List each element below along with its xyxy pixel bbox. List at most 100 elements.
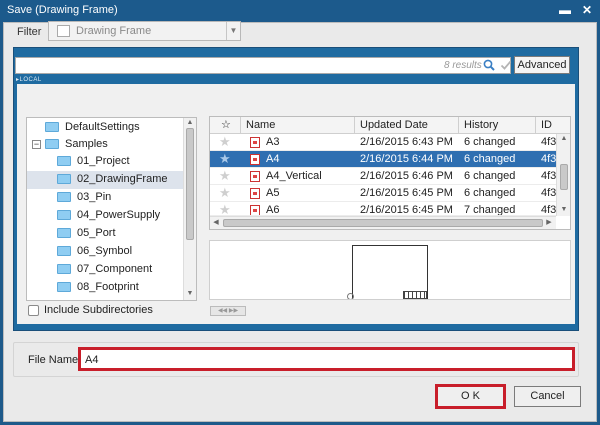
file-list-vscroll[interactable]: ▲ ▼	[556, 134, 570, 216]
folder-tree[interactable]: DefaultSettings − Samples 01_Project 02_…	[26, 117, 197, 301]
file-date: 2/16/2015 6:45 PM	[360, 187, 453, 199]
tree-item-label: 05_Port	[77, 227, 116, 239]
file-name-field[interactable]	[78, 347, 575, 371]
tree-item-samples[interactable]: − Samples	[27, 136, 183, 154]
scroll-up-icon[interactable]: ▲	[185, 118, 195, 128]
local-label-text: LOCAL	[19, 77, 42, 83]
checkbox-box[interactable]	[28, 305, 39, 316]
tree-item-label: 03_Pin	[77, 191, 112, 203]
file-name: A4	[266, 153, 280, 165]
tree-item-04-powersupply[interactable]: 04_PowerSupply	[27, 207, 183, 225]
tree-item-02-drawingframe[interactable]: 02_DrawingFrame	[27, 171, 183, 189]
check-icon[interactable]	[500, 59, 512, 71]
file-history: 6 changed	[464, 187, 516, 199]
file-row-a4-vertical[interactable]: ★ A4_Vertical 2/16/2015 6:46 PM 6 change…	[210, 168, 556, 185]
drawing-file-icon	[250, 205, 260, 215]
tree-item-label: 07_Component	[77, 263, 153, 275]
file-name-label: File Name	[28, 354, 79, 366]
ok-button[interactable]: O K	[435, 384, 506, 409]
search-icon[interactable]	[483, 59, 495, 71]
advanced-button[interactable]: Advanced	[514, 56, 570, 74]
drawing-preview	[209, 240, 571, 300]
file-row-a5[interactable]: ★ A5 2/16/2015 6:45 PM 6 changed 4f3	[210, 185, 556, 202]
window-title: Save (Drawing Frame)	[7, 4, 118, 16]
tree-item-label: 08_Footprint	[77, 281, 139, 293]
save-dialog: Save (Drawing Frame) ▬ ✕ Filter Drawing …	[0, 0, 600, 425]
title-bar: Save (Drawing Frame) ▬ ✕	[0, 0, 600, 22]
local-label: ▸LOCAL	[16, 77, 42, 83]
star-icon[interactable]: ★	[219, 169, 231, 183]
scroll-down-icon[interactable]: ▼	[559, 205, 569, 215]
column-name[interactable]: Name	[241, 117, 355, 134]
file-history: 6 changed	[464, 136, 516, 148]
file-name: A4_Vertical	[266, 170, 322, 182]
drawing-file-icon	[250, 154, 260, 165]
file-name: A5	[266, 187, 280, 199]
minimize-icon[interactable]: ▬	[557, 3, 573, 18]
scroll-up-icon[interactable]: ▲	[559, 134, 569, 144]
star-icon[interactable]: ★	[219, 152, 231, 166]
file-row-a6[interactable]: ★ A6 2/16/2015 6:45 PM 7 changed 4f3	[210, 202, 556, 216]
tree-item-label: Samples	[65, 138, 108, 150]
file-name-input[interactable]	[85, 352, 565, 367]
file-list: ☆ Name Updated Date History ID ★ A3 2/16…	[209, 116, 571, 230]
scroll-right-icon[interactable]: ▶	[544, 218, 554, 228]
cancel-button[interactable]: Cancel	[514, 386, 581, 407]
file-list-hscroll[interactable]: ◀ ▶	[210, 216, 556, 229]
file-id: 4f3	[541, 170, 557, 182]
file-row-a3[interactable]: ★ A3 2/16/2015 6:43 PM 6 changed 4f3	[210, 134, 556, 151]
scroll-thumb[interactable]	[223, 219, 543, 227]
search-input[interactable]: 8 results	[15, 57, 512, 74]
scroll-thumb[interactable]	[560, 164, 568, 190]
tree-item-07-component[interactable]: 07_Component	[27, 261, 183, 279]
folder-icon	[45, 122, 59, 132]
folder-icon	[57, 264, 71, 274]
folder-icon	[57, 246, 71, 256]
star-icon[interactable]: ★	[219, 135, 231, 149]
preview-pager[interactable]: ◀◀ ▶▶	[210, 306, 246, 316]
filter-value: Drawing Frame	[76, 25, 152, 37]
file-date: 2/16/2015 6:46 PM	[360, 170, 453, 182]
results-count: 8 results	[444, 60, 482, 71]
star-icon[interactable]: ★	[219, 203, 231, 216]
star-icon[interactable]: ★	[219, 186, 231, 200]
column-id[interactable]: ID	[536, 117, 570, 134]
tree-item-defaultsettings[interactable]: DefaultSettings	[27, 119, 183, 137]
include-subdirectories-label: Include Subdirectories	[44, 304, 153, 316]
collapse-icon[interactable]: −	[32, 140, 41, 149]
folder-icon	[57, 192, 71, 202]
column-favorite[interactable]: ☆	[210, 117, 241, 134]
drawing-frame-icon	[57, 25, 70, 37]
title-block	[403, 291, 427, 299]
folder-icon	[45, 139, 59, 149]
file-id: 4f3	[541, 136, 557, 148]
close-icon[interactable]: ✕	[579, 3, 595, 18]
folder-icon	[57, 228, 71, 238]
drawing-file-icon	[250, 188, 260, 199]
tree-scrollbar[interactable]: ▲ ▼	[183, 118, 196, 300]
tree-item-08-footprint[interactable]: 08_Footprint	[27, 279, 183, 297]
file-history: 7 changed	[464, 204, 516, 216]
file-id: 4f3	[541, 153, 557, 165]
file-date: 2/16/2015 6:44 PM	[360, 153, 453, 165]
file-id: 4f3	[541, 187, 557, 199]
scroll-left-icon[interactable]: ◀	[211, 218, 221, 228]
file-name: A6	[266, 204, 280, 216]
origin-mark	[347, 293, 354, 299]
column-updated-date[interactable]: Updated Date	[355, 117, 459, 134]
drawing-file-icon	[250, 171, 260, 182]
column-history[interactable]: History	[459, 117, 536, 134]
chevron-down-icon[interactable]: ▼	[226, 22, 240, 40]
scroll-down-icon[interactable]: ▼	[185, 289, 195, 299]
tree-item-01-project[interactable]: 01_Project	[27, 153, 183, 171]
tree-item-label: 02_DrawingFrame	[77, 173, 168, 185]
filter-dropdown[interactable]: Drawing Frame ▼	[48, 21, 241, 41]
tree-item-05-port[interactable]: 05_Port	[27, 225, 183, 243]
scroll-thumb[interactable]	[186, 128, 194, 240]
tree-item-06-symbol[interactable]: 06_Symbol	[27, 243, 183, 261]
folder-icon	[57, 282, 71, 292]
file-row-a4[interactable]: ★ A4 2/16/2015 6:44 PM 6 changed 4f3	[210, 151, 556, 168]
folder-icon	[57, 174, 71, 184]
file-date: 2/16/2015 6:43 PM	[360, 136, 453, 148]
tree-item-03-pin[interactable]: 03_Pin	[27, 189, 183, 207]
